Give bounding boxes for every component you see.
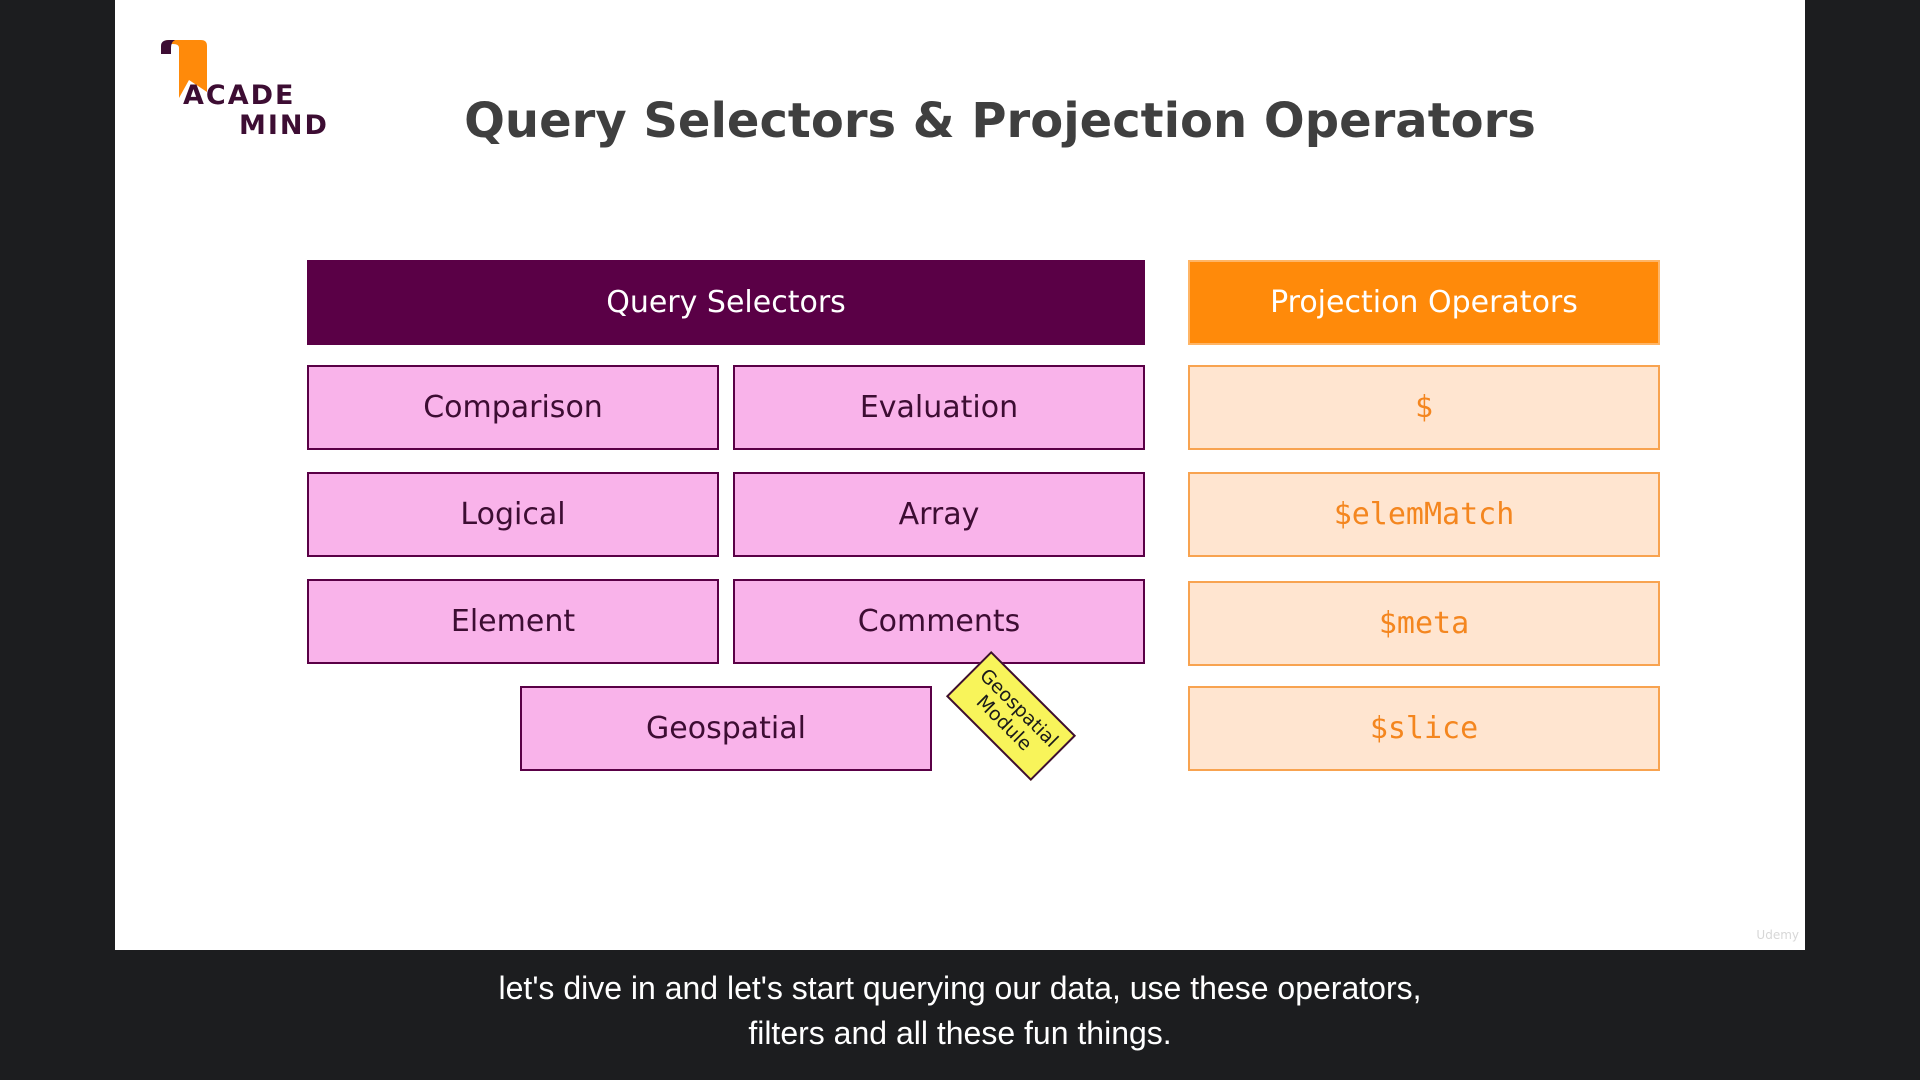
selector-comparison: Comparison: [307, 365, 719, 450]
operator-dollar: $: [1188, 365, 1660, 450]
video-captions: let's dive in and let's start querying o…: [0, 966, 1920, 1056]
caption-line2: filters and all these fun things.: [748, 1015, 1172, 1051]
slide-title: Query Selectors & Projection Operators: [464, 93, 1536, 149]
selector-comments: Comments: [733, 579, 1145, 664]
udemy-watermark: Udemy: [1756, 928, 1799, 942]
slide: ACADE MIND Query Selectors & Projection …: [115, 0, 1805, 950]
selector-array: Array: [733, 472, 1145, 557]
operator-elemmatch: $elemMatch: [1188, 472, 1660, 557]
query-selectors-header: Query Selectors: [307, 260, 1145, 345]
caption-line1: let's dive in and let's start querying o…: [498, 970, 1422, 1006]
selector-evaluation: Evaluation: [733, 365, 1145, 450]
operator-meta: $meta: [1188, 581, 1660, 666]
selector-element: Element: [307, 579, 719, 664]
operator-slice: $slice: [1188, 686, 1660, 771]
selector-geospatial: Geospatial: [520, 686, 932, 771]
projection-operators-header: Projection Operators: [1188, 260, 1660, 345]
selector-logical: Logical: [307, 472, 719, 557]
geospatial-module-note: Geospatial Module: [945, 650, 1077, 782]
